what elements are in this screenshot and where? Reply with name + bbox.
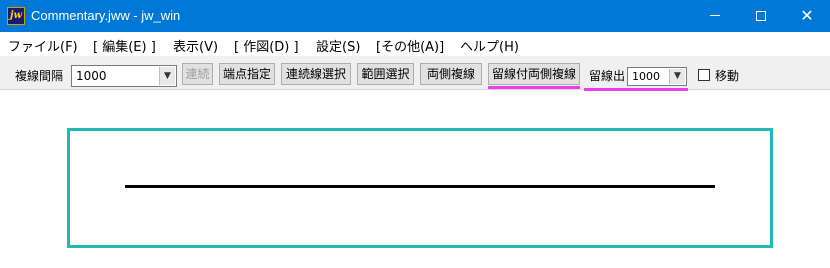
- range-select-button[interactable]: 範囲選択: [357, 63, 414, 85]
- continuous-line-select-button[interactable]: 連続線選択: [281, 63, 351, 85]
- drawing-frame: [67, 128, 773, 248]
- continuous-button[interactable]: 連続: [182, 63, 213, 85]
- drawing-canvas[interactable]: [0, 91, 830, 268]
- drawn-line[interactable]: [125, 185, 715, 188]
- stop-line-value: 1000: [632, 70, 660, 83]
- spacing-combobox[interactable]: 1000 ▼: [71, 65, 177, 87]
- chevron-down-icon[interactable]: ▼: [159, 67, 175, 85]
- spacing-value: 1000: [76, 69, 107, 83]
- chevron-down-icon[interactable]: ▼: [669, 69, 685, 84]
- maximize-icon: [756, 10, 766, 21]
- move-label: 移動: [715, 69, 740, 83]
- window-title: Commentary.jww - jw_win: [31, 8, 181, 23]
- spacing-label: 複線間隔: [15, 69, 64, 83]
- menu-file[interactable]: ファイル(F): [8, 36, 78, 55]
- move-checkbox[interactable]: [698, 69, 710, 81]
- double-sided-with-stop-line-button[interactable]: 留線付両側複線: [488, 63, 580, 85]
- title-bar: jw Commentary.jww - jw_win ✕: [0, 0, 830, 32]
- menu-bar: ファイル(F) [ 編集(E) ] 表示(V) [ 作図(D) ] 設定(S) …: [0, 32, 830, 56]
- menu-help[interactable]: ヘルプ(H): [460, 36, 519, 55]
- menu-settings[interactable]: 設定(S): [316, 36, 360, 55]
- stop-line-combobox[interactable]: 1000 ▼: [627, 67, 687, 86]
- endpoint-specify-button[interactable]: 端点指定: [219, 63, 275, 85]
- maximize-button[interactable]: [738, 0, 784, 32]
- selected-mode-highlight: [488, 86, 580, 89]
- menu-view[interactable]: 表示(V): [173, 36, 218, 55]
- menu-other[interactable]: [その他(A)]: [376, 36, 444, 55]
- double-sided-parallel-button[interactable]: 両側複線: [420, 63, 482, 85]
- stop-line-label: 留線出: [589, 69, 626, 83]
- menu-edit[interactable]: [ 編集(E) ]: [93, 36, 156, 55]
- jw-app-icon: jw: [7, 7, 25, 25]
- minimize-button[interactable]: [692, 0, 738, 32]
- close-icon: ✕: [800, 6, 814, 25]
- minimize-icon: [710, 15, 720, 16]
- close-button[interactable]: ✕: [784, 0, 830, 32]
- menu-draw[interactable]: [ 作図(D) ]: [234, 36, 299, 55]
- parallel-line-toolbar: 複線間隔 1000 ▼ 連続 端点指定 連続線選択 範囲選択 両側複線 留線付両…: [0, 56, 830, 91]
